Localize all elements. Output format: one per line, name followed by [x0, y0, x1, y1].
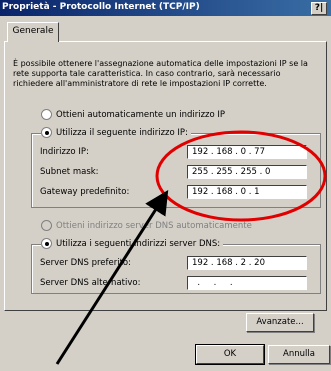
subnet-mask-label: Subnet mask:: [40, 167, 99, 177]
window-title: Proprietà - Protocollo Internet (TCP/IP): [2, 2, 200, 12]
gateway-field[interactable]: 192 . 168 . 0 . 1: [187, 185, 307, 199]
ip-address-field[interactable]: 192 . 168 . 0 . 77: [187, 145, 307, 159]
cancel-button[interactable]: Annulla: [268, 345, 330, 364]
preferred-dns-label: Server DNS preferito:: [40, 258, 131, 268]
manual-ip-label: Utilizza il seguente indirizzo IP:: [56, 127, 188, 138]
manual-dns-label: Utilizza i seguenti indirizzi server DNS…: [56, 238, 221, 249]
help-button[interactable]: ?|: [311, 2, 327, 15]
auto-ip-label: Ottieni automaticamente un indirizzo IP: [56, 109, 226, 120]
auto-dns-radio[interactable]: [41, 220, 52, 231]
ip-address-label: Indirizzo IP:: [40, 147, 89, 157]
manual-ip-option[interactable]: Utilizza il seguente indirizzo IP:: [41, 127, 191, 138]
advanced-button[interactable]: Avanzate...: [246, 313, 314, 332]
info-text: È possibile ottenere l'assegnazione auto…: [13, 59, 308, 88]
alternate-dns-label: Server DNS alternativo:: [40, 278, 141, 288]
manual-ip-radio[interactable]: [41, 127, 52, 138]
preferred-dns-field[interactable]: 192 . 168 . 2 . 20: [187, 256, 307, 270]
auto-dns-label: Ottieni indirizzo server DNS automaticam…: [56, 220, 252, 231]
auto-dns-option[interactable]: Ottieni indirizzo server DNS automaticam…: [41, 220, 255, 231]
tab-generale[interactable]: Generale: [7, 22, 59, 42]
gateway-label: Gateway predefinito:: [40, 187, 130, 197]
manual-dns-option[interactable]: Utilizza i seguenti indirizzi server DNS…: [41, 238, 224, 249]
auto-ip-radio[interactable]: [41, 109, 52, 120]
title-bar[interactable]: Proprietà - Protocollo Internet (TCP/IP)…: [0, 0, 331, 16]
ok-button[interactable]: OK: [195, 344, 265, 365]
tcpip-properties-dialog: Proprietà - Protocollo Internet (TCP/IP)…: [0, 0, 331, 371]
auto-ip-option[interactable]: Ottieni automaticamente un indirizzo IP: [41, 109, 229, 120]
subnet-mask-field[interactable]: 255 . 255 . 255 . 0: [187, 165, 307, 179]
manual-dns-radio[interactable]: [41, 238, 52, 249]
alternate-dns-field[interactable]: . . .: [187, 276, 307, 290]
